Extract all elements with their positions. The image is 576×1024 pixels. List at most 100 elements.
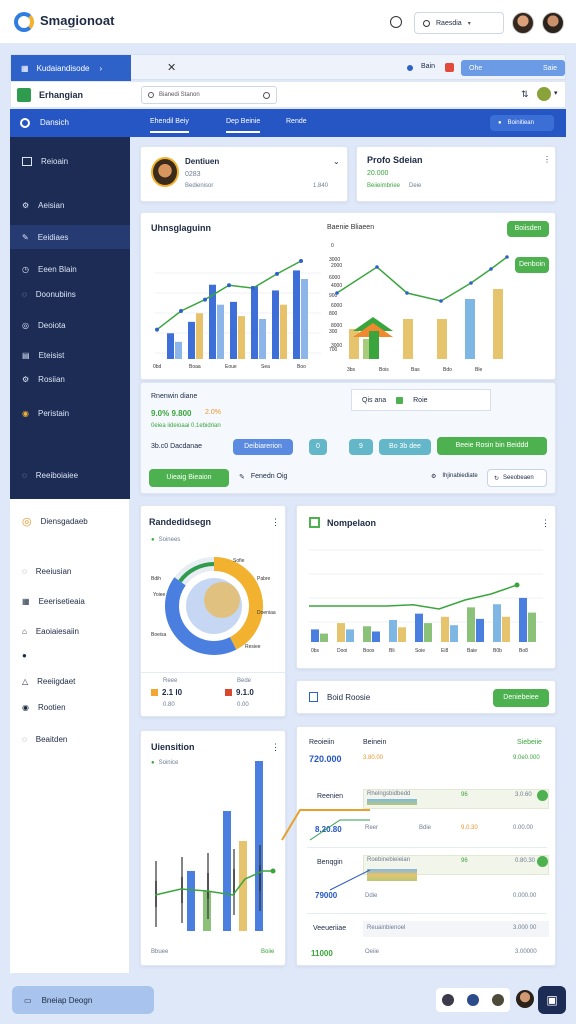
bar (415, 613, 423, 642)
stats-mid[interactable]: ✎ Fenedn Oig (239, 473, 287, 481)
app-tagline: —— —— (58, 27, 80, 33)
nav-action-button[interactable]: ● Boinitiean (490, 115, 554, 131)
tab-overview[interactable]: Ehendil Beiy (150, 118, 189, 133)
toolbar-search-input[interactable]: Bianedi Stanon (141, 86, 277, 104)
row-value: 3.0.60 (515, 792, 532, 798)
bars-footer-button[interactable]: Deniebeiee (493, 689, 549, 707)
sidebar-item-2[interactable]: ✎ Eeidiaes (10, 225, 130, 249)
donut-chart: Bdih Yoiee Sofie Pabre Doeniaa Boeisa Resiee (151, 557, 276, 655)
stats-right-outline[interactable]: ↻ Seeobeaen (487, 469, 547, 487)
axis-label: 300 (329, 329, 338, 335)
nav-bar-label: Dansich (40, 118, 69, 127)
axis-label: 6000 (329, 275, 340, 281)
avatar[interactable] (542, 12, 564, 34)
stats-pill[interactable]: 9 (349, 439, 373, 455)
bar (320, 633, 328, 642)
sidebar-lower-item-4[interactable]: ● (10, 643, 130, 667)
sidebar-lower-item-1[interactable]: ◌ Reeiusian (10, 559, 130, 583)
sidebar-lower-item-5[interactable]: △ Reeiigdaet (10, 669, 130, 693)
chevron-down-icon[interactable]: ⌄ (333, 157, 340, 166)
x-tick-label: Bli (389, 648, 395, 654)
app-header: Smagionoat —— —— Raesdia ▾ (0, 0, 576, 44)
more-icon[interactable]: ⋮ (543, 155, 551, 164)
x-tick-label: 0bd (153, 364, 162, 370)
bar (363, 626, 371, 642)
x-tick-label: 0bs (311, 648, 320, 654)
sidebar-lower: ◎ Diensgadaeb ◌ Reeiusian ▦ Eeerisetieaia ⌂… (10, 499, 130, 973)
stats-right-button[interactable]: Beeie Rosin bin Beiddd (437, 437, 547, 455)
sidebar-item-0[interactable]: Reioain (10, 149, 130, 173)
chevron-down-icon[interactable]: ▾ (554, 89, 558, 97)
app-logo-icon (14, 12, 34, 32)
donut-label: Sofie (233, 558, 245, 564)
sidebar-item-5[interactable]: ◎ Deoiota (10, 313, 130, 337)
close-icon[interactable]: ✕ (167, 61, 176, 74)
stats-chip-mid[interactable]: 0 (309, 439, 327, 455)
check-icon[interactable] (537, 856, 548, 867)
check-icon[interactable] (537, 790, 548, 801)
avatar[interactable] (151, 157, 179, 187)
table-row[interactable]: Veeueriiae Reuainbienoel 3.000 00 Oeiie … (309, 917, 549, 961)
sidebar-lower-item-3[interactable]: ⌂ Eaoiaiesaiin (10, 619, 130, 643)
chat-icon[interactable]: ▣ (538, 986, 566, 1014)
bar (476, 618, 484, 642)
stats-right-input[interactable]: Qis ana Roie (351, 389, 491, 411)
bar (441, 616, 449, 642)
stats-chip-left[interactable]: Deibiarerion (233, 439, 293, 455)
table-value-top: 720.000 (309, 754, 342, 764)
avatar[interactable] (537, 87, 551, 101)
data-point (251, 286, 255, 291)
donut-card: Randedidsegn ⋮ ● Soinees Bdih Yoiee Sofie Pa… (140, 505, 287, 717)
header-search-button[interactable]: Raesdia ▾ (414, 12, 504, 34)
footer-button[interactable]: ▭ Bneiap Deogn (12, 986, 154, 1014)
search-icon[interactable] (390, 16, 402, 28)
checkbox-icon[interactable] (396, 396, 404, 404)
bar (369, 331, 379, 359)
sidebar-item-7[interactable]: ⚙ Rosiian (10, 367, 130, 391)
search-icon[interactable] (263, 91, 270, 99)
avatar[interactable] (516, 990, 534, 1008)
window-top-field[interactable]: Ohe Saie (461, 60, 565, 76)
avatar[interactable] (512, 12, 534, 34)
stats-right[interactable]: ⚙ Ihjinabiediate (431, 473, 478, 480)
chat-icon: ◌ (22, 289, 27, 299)
sidebar-lower-item-0[interactable]: ◎ Diensgadaeb (10, 509, 130, 533)
share-icon[interactable]: ⇅ (521, 89, 529, 100)
sidebar-lower-item-2[interactable]: ▦ Eeerisetieaia (10, 589, 130, 613)
profile-name: Dentiuen (185, 157, 220, 166)
donut-label: Bdih (151, 576, 161, 582)
data-point (489, 267, 493, 271)
row-bar-label: Roebinebieieian (367, 857, 411, 863)
bar (467, 607, 475, 642)
tab-details[interactable]: Dep Beinie (226, 118, 261, 133)
stats-left-button[interactable]: Uieaig Bieaion (149, 469, 229, 487)
bar (346, 629, 354, 642)
chat-icon: ▭ (24, 995, 32, 1005)
data-point (203, 297, 207, 302)
sidebar-item-4[interactable]: ◌ Doonubiins (10, 282, 130, 306)
app-name: Smagionoat (40, 13, 115, 28)
bar (403, 319, 413, 359)
bars-chart: 0bs Dooi Boos Bli Soie Ei8 Baie B0b Bo8 (309, 549, 543, 654)
window-tab[interactable]: ▦ Kudaiandisode › (11, 55, 131, 81)
list-icon: ▤ (22, 350, 30, 360)
sidebar-item-3[interactable]: ◷ Eeen Blain (10, 257, 130, 281)
tab-reports[interactable]: Rende (286, 118, 307, 125)
sidebar-lower-item-6[interactable]: ◉ Rootien (10, 695, 130, 719)
sidebar-item-1[interactable]: ⚙ Aeisian (10, 193, 130, 217)
sidebar-item-6[interactable]: ▤ Eteisist (10, 343, 130, 367)
profile-value: 1.840 (313, 183, 329, 189)
row-bar (367, 869, 417, 881)
stats-desc: 0eiea iideioaai 0.1ebidrian (151, 423, 221, 429)
row-value: 0.80.30 (515, 858, 536, 864)
sidebar-item-8[interactable]: ◉ Peristain (10, 401, 130, 425)
stats-pill-2[interactable]: Bo 3b dee (379, 439, 431, 455)
donut-label: Resiee (245, 644, 261, 650)
avatar-group[interactable] (436, 988, 510, 1012)
sidebar-item-9[interactable]: ◌ Reeiboiaiee (10, 463, 130, 487)
bar (301, 279, 308, 359)
x-tick-label: Bas (411, 367, 420, 373)
data-point (505, 255, 509, 259)
x-tick-label: B0b (493, 648, 502, 654)
sidebar-lower-item-7[interactable]: ◌ Beaitden (10, 727, 130, 751)
